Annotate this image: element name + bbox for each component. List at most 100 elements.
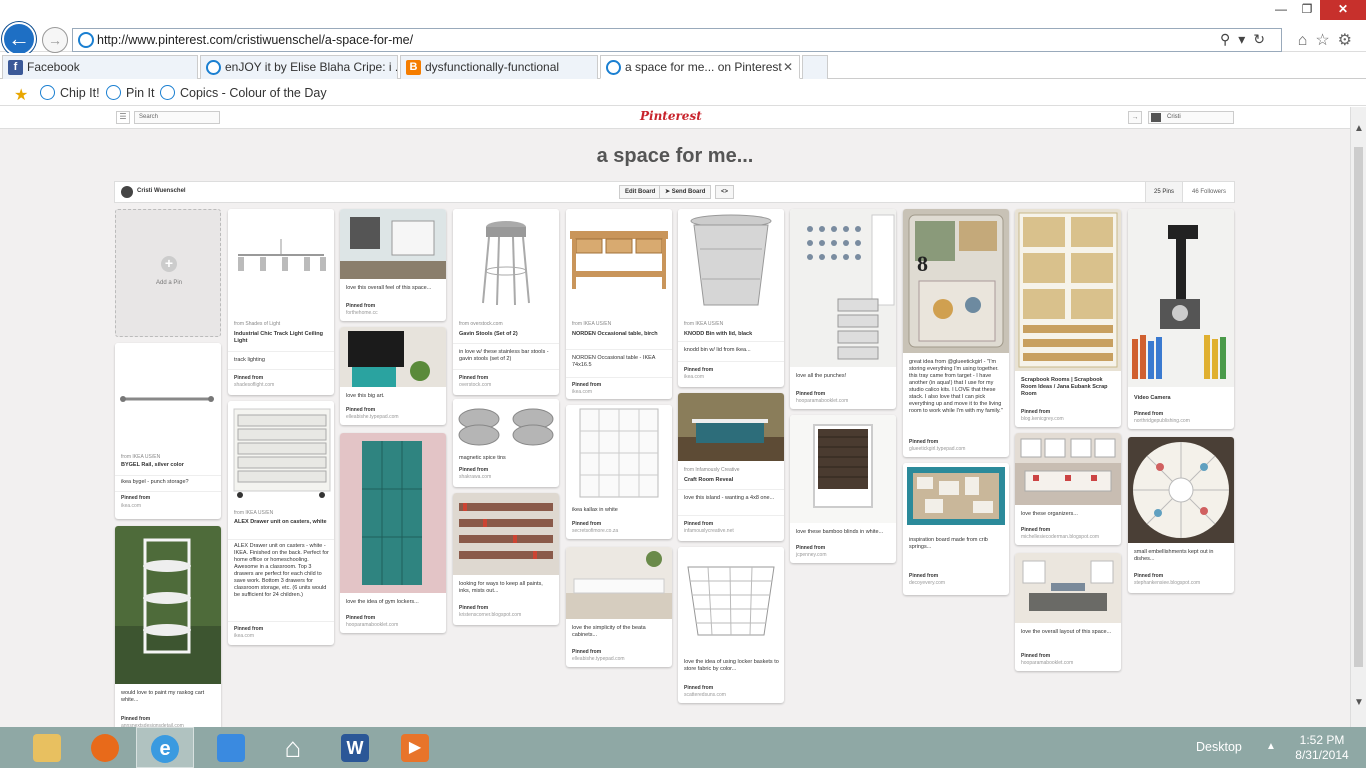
pin-card[interactable]: from IKEA US/EN BYGEL Rail, silver color…: [115, 343, 221, 519]
forward-button[interactable]: →: [42, 27, 68, 53]
pin-title[interactable]: BYGEL Rail, silver color: [121, 462, 217, 469]
pinned-source[interactable]: blog.kenicgrey.com: [1021, 416, 1064, 422]
pin-source[interactable]: from overstock.com: [459, 321, 555, 327]
new-tab-button[interactable]: [802, 55, 828, 79]
pin-card[interactable]: love all the punches! Pinned from hoopar…: [790, 209, 896, 409]
favorite-pin-it[interactable]: Pin It: [104, 84, 155, 102]
pinned-source[interactable]: forthehome.cc: [346, 310, 378, 316]
pinned-source[interactable]: ikea.com: [684, 374, 704, 380]
close-button[interactable]: ✕: [1320, 0, 1366, 20]
pin-card[interactable]: 8 great idea from @glueetickgirl - "I'm …: [903, 209, 1009, 457]
pinned-source[interactable]: decoyevery.com: [909, 580, 945, 586]
pinned-source[interactable]: jcpenney.com: [796, 552, 826, 558]
address-bar[interactable]: http://www.pinterest.com/cristiwuenschel…: [72, 28, 1282, 52]
pinned-source[interactable]: ikea.com: [572, 389, 592, 395]
pinned-source[interactable]: infamouslycreative.net: [684, 528, 734, 534]
pin-image[interactable]: [115, 526, 221, 684]
avatar[interactable]: [121, 186, 133, 198]
pinned-source[interactable]: glueetickgirl.typepad.com: [909, 446, 965, 452]
pin-card[interactable]: magnetic spice tins Pinned from shakrawa…: [453, 399, 559, 487]
pin-image[interactable]: 8: [903, 209, 1009, 353]
pin-image[interactable]: [1128, 209, 1234, 387]
gear-icon[interactable]: ⚙: [1338, 32, 1360, 49]
pin-card[interactable]: love this overall feel of this space... …: [340, 209, 446, 321]
tray-arrow-icon[interactable]: ▲: [1266, 741, 1276, 752]
pin-source[interactable]: from Shades of Light: [234, 321, 330, 327]
pin-card[interactable]: from overstock.com Gavin Stools (Set of …: [453, 209, 559, 395]
send-board-button[interactable]: ➤ Send Board: [659, 185, 712, 199]
pin-card[interactable]: looking for ways to keep all paints, ink…: [453, 493, 559, 625]
pin-title[interactable]: ALEX Drawer unit on casters, white: [234, 519, 330, 526]
pinned-source[interactable]: michellesiecoderman.blogspot.com: [1021, 534, 1099, 540]
favorites-star-icon[interactable]: ★: [14, 85, 28, 105]
pinned-source[interactable]: ikea.com: [234, 633, 254, 639]
pin-card[interactable]: from IKEA US/EN KNODD Bin with lid, blac…: [678, 209, 784, 387]
pin-card[interactable]: love these organizers... Pinned from mic…: [1015, 433, 1121, 545]
pinned-source[interactable]: hooparamabooklet.com: [1021, 660, 1073, 666]
pin-card[interactable]: inspiration board made from crib springs…: [903, 463, 1009, 595]
pin-image[interactable]: [453, 493, 559, 575]
favorites-star-icon[interactable]: ☆: [1315, 32, 1337, 49]
pinned-source[interactable]: secretsofimore.co.za: [572, 528, 618, 534]
pin-source[interactable]: from IKEA US/EN: [684, 321, 780, 327]
embed-button[interactable]: <>: [715, 185, 735, 199]
pin-image[interactable]: [115, 343, 221, 447]
pin-image[interactable]: [340, 433, 446, 593]
menu-icon[interactable]: ☰: [116, 111, 130, 124]
favorite-copics[interactable]: Copics - Colour of the Day: [158, 84, 327, 102]
desktop-label[interactable]: Desktop: [1196, 740, 1242, 754]
search-icon[interactable]: ⚲: [1220, 31, 1238, 47]
dropdown-icon[interactable]: ▾: [1238, 31, 1253, 47]
pin-card[interactable]: love the simplicity of the beata cabinet…: [566, 547, 672, 667]
pin-card[interactable]: would love to paint my raskog cart white…: [115, 526, 221, 727]
taskbar-internet-explorer[interactable]: e: [136, 727, 194, 768]
pin-title[interactable]: Industrial Chic Track Light Ceiling Ligh…: [234, 331, 330, 345]
scroll-up-icon[interactable]: ▲: [1354, 123, 1364, 134]
pin-image[interactable]: [1015, 433, 1121, 505]
pin-image[interactable]: [566, 209, 672, 313]
scroll-thumb[interactable]: [1354, 147, 1363, 667]
pin-card[interactable]: from IKEA US/EN NORDEN Occasional table,…: [566, 209, 672, 399]
address-tools[interactable]: ⚲▾↻: [1220, 31, 1273, 48]
clock[interactable]: 1:52 PM 8/31/2014: [1292, 733, 1352, 763]
pinned-source[interactable]: shadesoflight.com: [234, 382, 274, 388]
scroll-down-icon[interactable]: ▼: [1354, 697, 1364, 708]
tab-close-icon[interactable]: ✕: [783, 56, 793, 78]
pin-title[interactable]: KNODD Bin with lid, black: [684, 331, 780, 338]
pinned-source[interactable]: shakrawa.com: [459, 474, 491, 480]
pin-card[interactable]: love the idea of using locker baskets to…: [678, 547, 784, 703]
pin-card[interactable]: love these bamboo blinds in white... Pin…: [790, 415, 896, 563]
pin-card[interactable]: from Shades of Light Industrial Chic Tra…: [228, 209, 334, 395]
pinned-source[interactable]: overstock.com: [459, 382, 491, 388]
pin-image[interactable]: [790, 415, 896, 523]
pin-card[interactable]: from Infamously Creative Craft Room Reve…: [678, 393, 784, 541]
tab-a-space-for-me[interactable]: a space for me... on Pinterest ✕: [600, 55, 800, 79]
pin-image[interactable]: [228, 209, 334, 313]
pin-image[interactable]: [903, 463, 1009, 529]
pin-card[interactable]: love the overall layout of this space...…: [1015, 553, 1121, 671]
taskbar-video[interactable]: ▶: [386, 727, 444, 768]
pin-image[interactable]: [566, 405, 672, 501]
pinned-source[interactable]: ikea.com: [121, 503, 141, 509]
pin-title[interactable]: Craft Room Reveal: [684, 477, 780, 484]
pin-card[interactable]: from IKEA US/EN ALEX Drawer unit on cast…: [228, 401, 334, 645]
pin-image[interactable]: [453, 399, 559, 449]
pin-image[interactable]: [453, 209, 559, 313]
pinned-source[interactable]: scatteredsuns.com: [684, 692, 726, 698]
vertical-scrollbar[interactable]: ▲ ▼: [1350, 107, 1366, 727]
minimize-button[interactable]: —: [1268, 0, 1294, 20]
url-text[interactable]: http://www.pinterest.com/cristiwuenschel…: [97, 33, 413, 47]
pins-count[interactable]: 25 Pins: [1145, 182, 1183, 202]
tab-enjoy-it[interactable]: enJOY it by Elise Blaha Cripe: i ...: [200, 55, 398, 79]
pin-card[interactable]: love the idea of gym lockers... Pinned f…: [340, 433, 446, 633]
pinned-source[interactable]: stephankensiee.blogspot.com: [1134, 580, 1200, 586]
pin-source[interactable]: from Infamously Creative: [684, 467, 780, 473]
taskbar-store[interactable]: [202, 727, 260, 768]
pin-card[interactable]: Video Camera Pinned from northridgepubli…: [1128, 209, 1234, 429]
tab-facebook[interactable]: f Facebook: [2, 55, 198, 79]
pin-image[interactable]: [1015, 553, 1121, 623]
search-input[interactable]: Search: [134, 111, 220, 124]
taskbar-home[interactable]: ⌂: [264, 727, 322, 768]
pin-title[interactable]: Gavin Stools (Set of 2): [459, 331, 555, 338]
home-icon[interactable]: ⌂: [1298, 32, 1316, 49]
